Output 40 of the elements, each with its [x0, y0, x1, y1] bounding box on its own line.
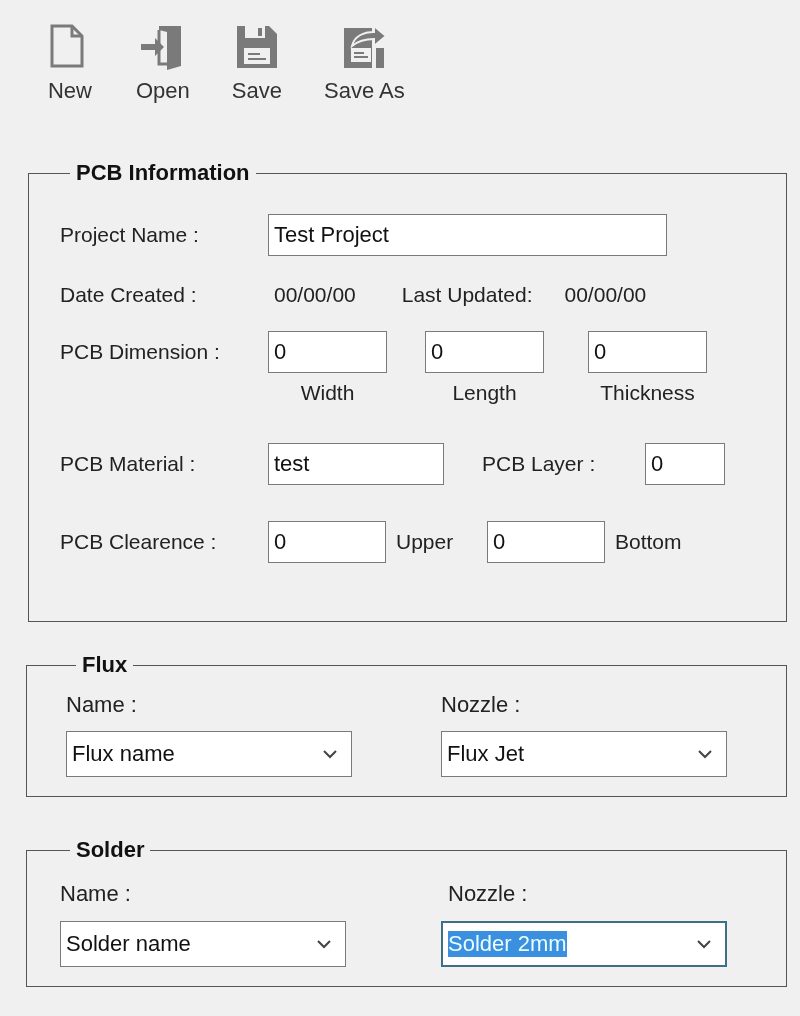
chevron-down-icon — [323, 749, 337, 759]
field-caption: Length — [452, 381, 517, 405]
save-as-button[interactable]: Save As — [320, 22, 409, 108]
open-button[interactable]: Open — [132, 22, 194, 108]
field-caption: Upper — [396, 530, 455, 554]
name-dropdown[interactable]: Solder name — [60, 921, 346, 967]
group-title: Flux — [81, 652, 129, 678]
save-button[interactable]: Save — [227, 22, 286, 108]
field-label: PCB Clearence : — [60, 530, 218, 554]
layer-field[interactable]: 0 — [645, 443, 725, 485]
field-label: PCB Dimension : — [60, 340, 221, 364]
chevron-down-icon — [697, 939, 711, 949]
name-dropdown[interactable]: Flux name — [66, 731, 352, 777]
group-title: PCB Information — [75, 160, 251, 186]
field-label: Nozzle : — [441, 692, 522, 718]
field-caption: Bottom — [615, 530, 682, 554]
date-value: 00/00/00 — [564, 283, 647, 307]
chevron-down-icon — [698, 749, 712, 759]
dimension-field[interactable]: 0 — [588, 331, 707, 373]
field-label: Date Created : — [60, 283, 198, 307]
field-label: PCB Material : — [60, 452, 197, 476]
field-label: Name : — [60, 881, 132, 907]
new-button[interactable]: New — [42, 22, 98, 108]
chevron-down-icon — [317, 939, 331, 949]
field-caption: Thickness — [600, 381, 695, 405]
dimension-field[interactable]: 0 — [268, 331, 387, 373]
date-value: 00/00/00 — [274, 283, 356, 307]
group-title: Solder — [75, 837, 146, 863]
nozzle-dropdown[interactable]: Flux Jet — [441, 731, 727, 777]
field-caption: Width — [300, 381, 355, 405]
field-label: Project Name : — [60, 223, 200, 247]
project-name-field[interactable]: Test Project — [268, 214, 667, 256]
clearance-field[interactable]: 0 — [268, 521, 386, 563]
field-label: Name : — [66, 692, 138, 718]
dimension-field[interactable]: 0 — [425, 331, 544, 373]
field-label: Nozzle : — [448, 881, 529, 907]
material-field[interactable]: test — [268, 443, 444, 485]
field-label: PCB Layer : — [482, 452, 597, 476]
field-label: Last Updated: — [401, 283, 533, 307]
clearance-field[interactable]: 0 — [487, 521, 605, 563]
